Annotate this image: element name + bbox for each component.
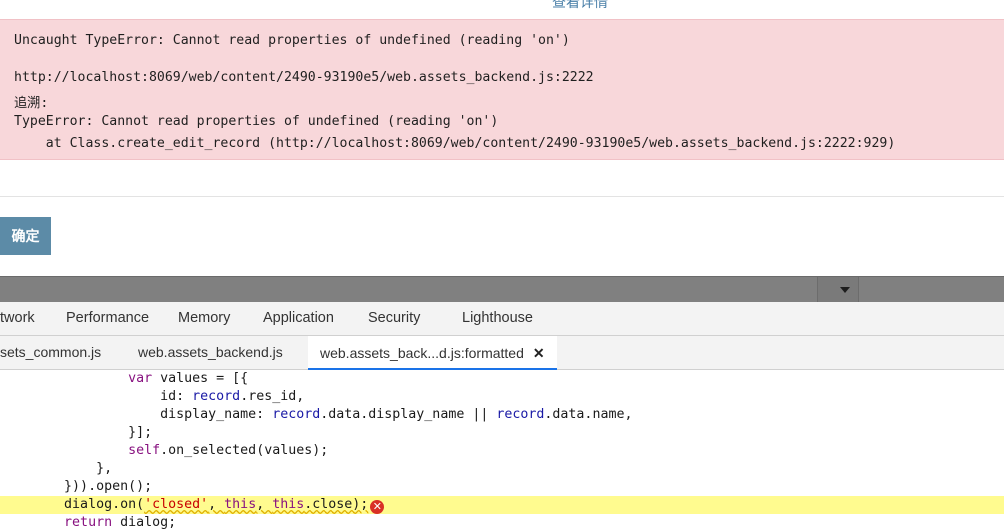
details-link[interactable]: 查看详情: [552, 0, 608, 12]
error-icon[interactable]: ✕: [370, 500, 385, 514]
drawer-dropdown[interactable]: [817, 277, 859, 302]
error-traceback-frame: at Class.create_edit_record (http://loca…: [14, 136, 896, 151]
dialog-footer-divider: [0, 196, 1004, 197]
tab-security[interactable]: Security: [368, 302, 420, 335]
confirm-button[interactable]: 确定: [0, 217, 51, 255]
code-line-error-highlight: dialog.on('closed', this, this.close); ✕: [0, 496, 1004, 514]
file-tab-assets-backend-formatted[interactable]: web.assets_back...d.js:formatted ✕: [308, 336, 557, 370]
tab-lighthouse[interactable]: Lighthouse: [462, 302, 533, 335]
file-tab-label: web.assets_back...d.js:formatted: [320, 345, 524, 361]
tab-memory[interactable]: Memory: [178, 302, 230, 335]
error-traceback-label: 追溯:: [14, 96, 49, 111]
code-line: self.on_selected(values);: [128, 443, 329, 458]
file-tab-assets-backend[interactable]: web.assets_backend.js: [138, 336, 283, 369]
devtools-splitter[interactable]: [0, 276, 1004, 302]
file-tab-assets-common[interactable]: sets_common.js: [0, 336, 101, 369]
code-line: return dialog;: [64, 515, 177, 530]
error-message-box: Uncaught TypeError: Cannot read properti…: [0, 19, 1004, 160]
error-source-url: http://localhost:8069/web/content/2490-9…: [14, 70, 594, 85]
tab-network[interactable]: twork: [0, 302, 35, 335]
error-traceback-type: TypeError: Cannot read properties of und…: [14, 114, 499, 129]
source-file-tabs: sets_common.js web.assets_backend.js web…: [0, 336, 1004, 370]
chevron-down-icon: [840, 286, 850, 293]
tab-performance[interactable]: Performance: [66, 302, 149, 335]
code-line: },: [96, 461, 113, 476]
code-line: display_name: record.data.display_name |…: [160, 407, 633, 422]
code-line: id: record.res_id,: [160, 389, 305, 404]
close-icon[interactable]: ✕: [533, 336, 545, 370]
code-line: })).open();: [64, 479, 153, 494]
code-line: var values = [{: [128, 371, 249, 386]
code-editor[interactable]: var values = [{ id: record.res_id, displ…: [0, 370, 1004, 532]
code-line: }];: [128, 425, 153, 440]
error-title: Uncaught TypeError: Cannot read properti…: [14, 33, 570, 48]
tab-application[interactable]: Application: [263, 302, 334, 335]
devtools-panel-tabs: twork Performance Memory Application Sec…: [0, 302, 1004, 336]
